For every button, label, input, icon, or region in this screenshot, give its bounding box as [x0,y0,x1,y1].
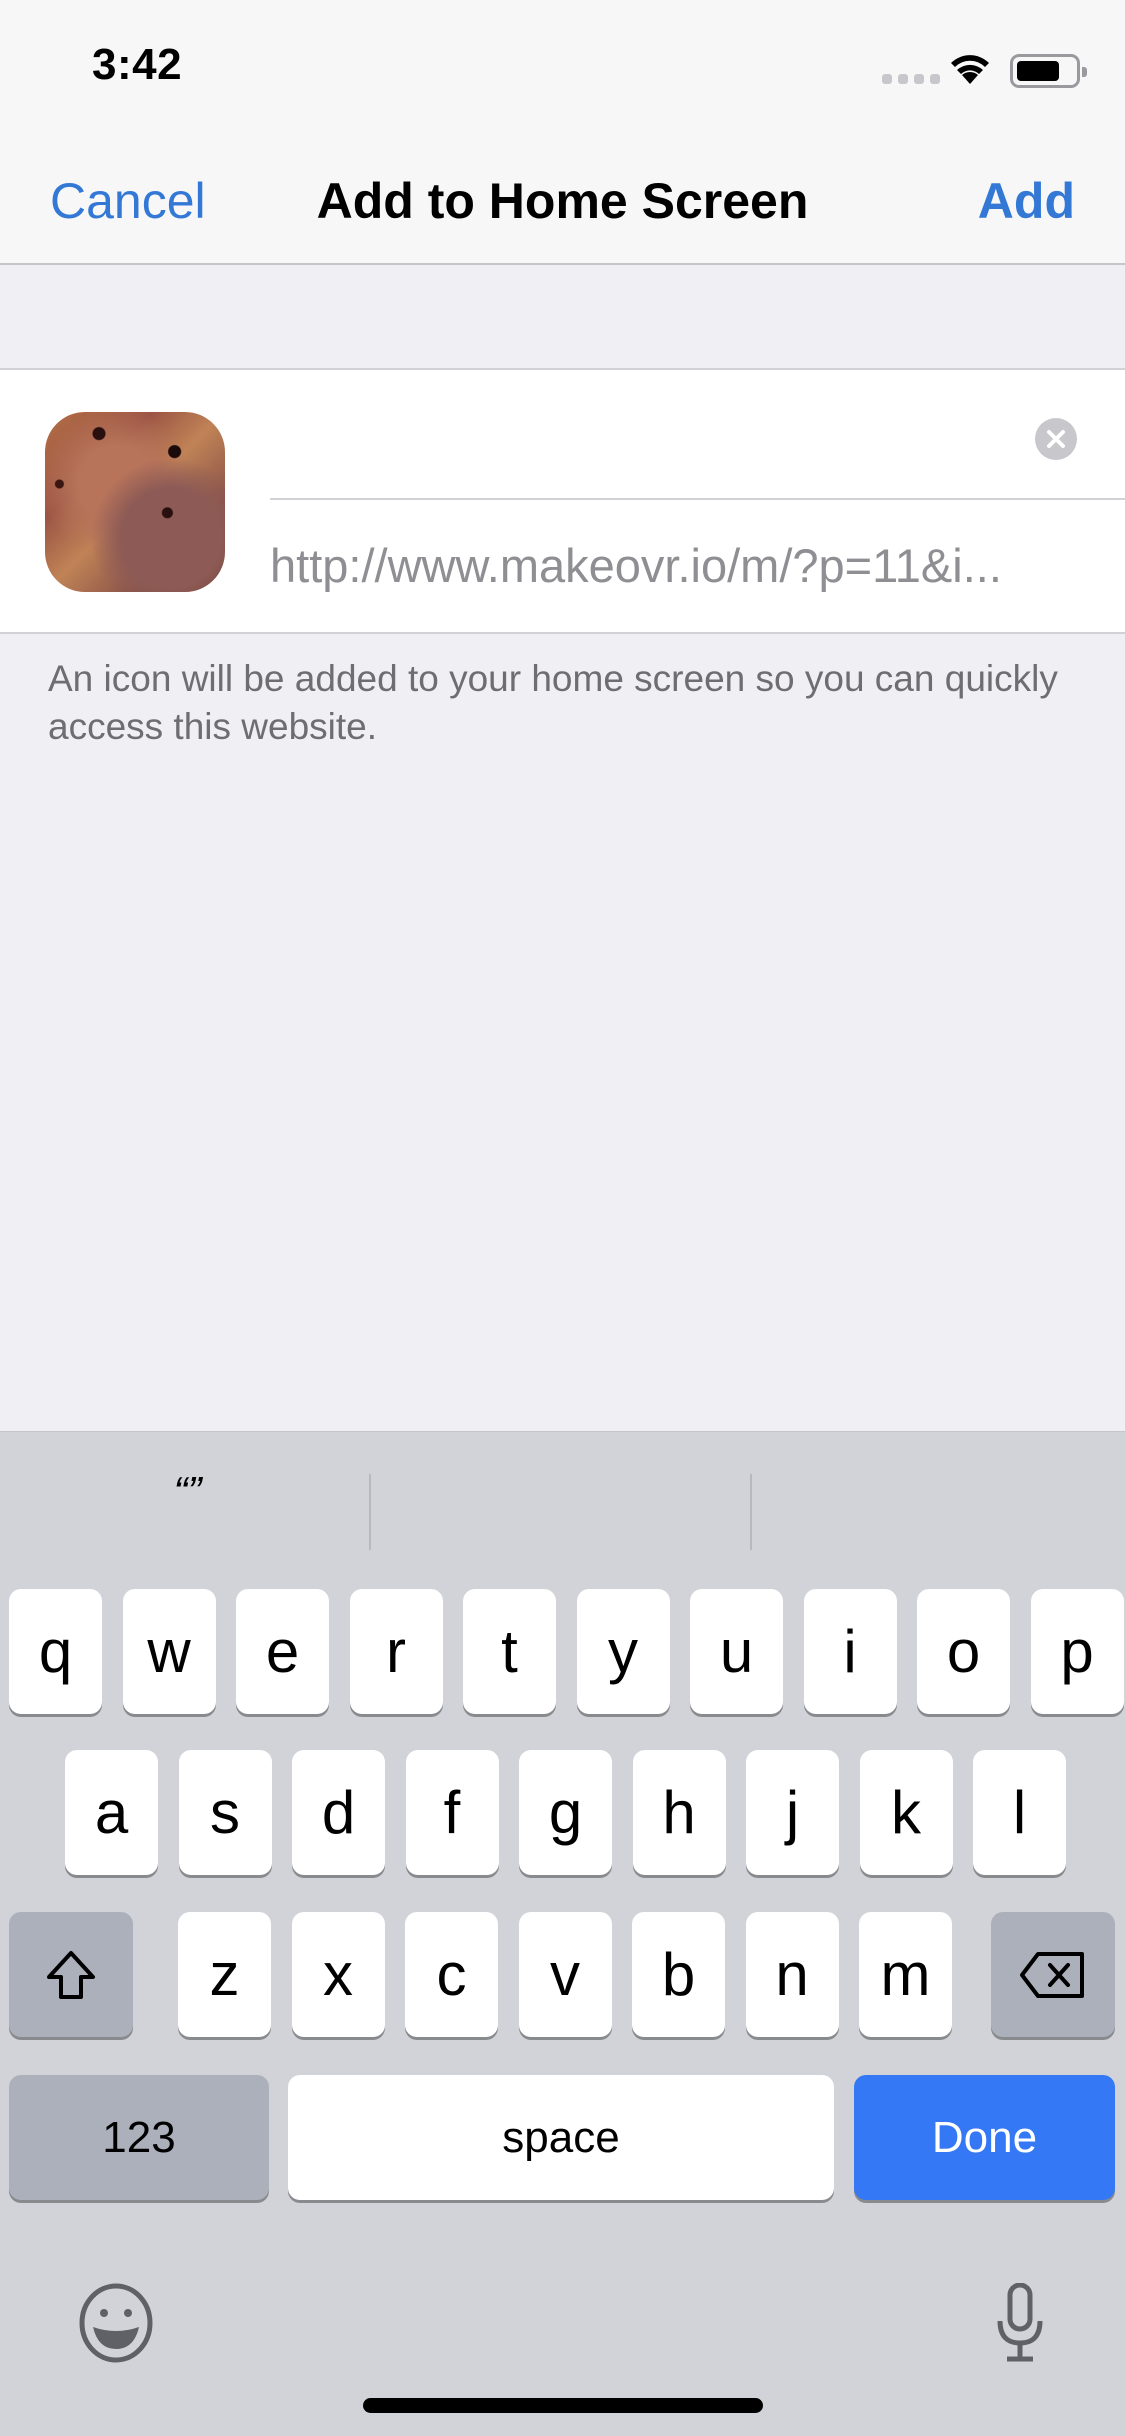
shift-key[interactable] [9,1912,133,2037]
suggestion-divider [369,1474,371,1550]
clear-text-icon [1047,430,1065,448]
clear-text-button[interactable] [1035,418,1077,460]
suggestion-1[interactable]: “” [0,1432,375,1552]
key-m[interactable]: m [859,1912,952,2037]
microphone-icon[interactable] [995,2283,1045,2363]
page-title: Add to Home Screen [316,173,809,229]
key-f[interactable]: f [405,1750,499,1875]
cellular-signal-icon [882,74,940,84]
battery-icon [1010,54,1087,88]
keyboard: “” q w e r t y u i o p a s d f g h j k l z x c v b n m 123 space Don… [0,1431,1125,2436]
key-h[interactable]: h [632,1750,726,1875]
suggestion-bar: “” [0,1432,1125,1552]
emoji-icon[interactable] [76,2283,156,2363]
key-k[interactable]: k [859,1750,953,1875]
shift-icon [47,1950,95,1999]
key-g[interactable]: g [519,1750,612,1875]
key-l[interactable]: l [973,1750,1066,1875]
status-time: 3:42 [92,40,183,89]
key-v[interactable]: v [518,1912,612,2037]
numbers-key[interactable]: 123 [9,2075,269,2200]
key-s[interactable]: s [178,1750,272,1875]
status-bar: 3:42 [0,0,1125,132]
site-thumbnail-icon [45,412,225,592]
key-c[interactable]: c [405,1912,498,2037]
key-d[interactable]: d [292,1750,385,1875]
key-x[interactable]: x [291,1912,385,2037]
key-j[interactable]: j [746,1750,839,1875]
bookmark-card: http://www.makeovr.io/m/?p=11&i... [0,368,1125,634]
key-n[interactable]: n [745,1912,839,2037]
key-t[interactable]: t [463,1589,556,1714]
space-key[interactable]: space [288,2075,834,2200]
delete-key[interactable] [991,1912,1115,2037]
key-w[interactable]: w [122,1589,216,1714]
title-input[interactable] [270,400,970,470]
key-o[interactable]: o [917,1589,1010,1714]
home-indicator[interactable] [363,2398,763,2413]
done-key[interactable]: Done [854,2075,1115,2200]
title-field-container [270,370,1125,500]
url-text: http://www.makeovr.io/m/?p=11&i... [270,539,1002,592]
description-text: An icon will be added to your home scree… [48,658,1058,747]
key-r[interactable]: r [349,1589,443,1714]
suggestion-2[interactable] [375,1432,750,1552]
key-i[interactable]: i [803,1589,897,1714]
key-p[interactable]: p [1030,1589,1124,1714]
key-u[interactable]: u [690,1589,783,1714]
key-b[interactable]: b [632,1912,725,2037]
key-q[interactable]: q [9,1589,102,1714]
suggestion-3[interactable] [750,1432,1125,1552]
delete-icon [1020,1951,1084,1998]
key-z[interactable]: z [178,1912,271,2037]
battery-level [1017,61,1059,81]
add-button[interactable]: Add [978,172,1075,230]
key-a[interactable]: a [65,1750,158,1875]
key-e[interactable]: e [236,1589,329,1714]
navigation-bar: Cancel Add to Home Screen Add [0,132,1125,265]
key-y[interactable]: y [576,1589,670,1714]
wifi-icon [951,55,989,84]
